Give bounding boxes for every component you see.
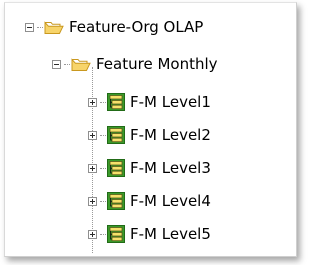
tree-connector	[100, 200, 106, 202]
tree-node-level[interactable]: F-M Level5	[88, 221, 211, 247]
tree-connector	[100, 134, 106, 136]
tree-connector	[100, 101, 106, 103]
folder-open-icon	[71, 56, 91, 72]
tree-connector	[64, 63, 70, 65]
hierarchy-level-icon	[107, 192, 125, 210]
tree-node-level[interactable]: F-M Level1	[88, 89, 211, 115]
tree-node-label: F-M Level4	[130, 192, 211, 210]
tree-node-label: F-M Level5	[130, 225, 211, 243]
tree-node-label: F-M Level2	[130, 126, 211, 144]
expand-icon[interactable]	[88, 229, 97, 239]
expand-icon[interactable]	[88, 196, 97, 206]
olap-tree: Feature-Org OLAP Feature Monthly F-M Lev…	[5, 3, 296, 256]
hierarchy-level-icon	[107, 225, 125, 243]
tree-node-label: Feature Monthly	[96, 55, 218, 73]
tree-node-feature-monthly[interactable]: Feature Monthly	[52, 51, 218, 77]
tree-node-label: F-M Level1	[130, 93, 211, 111]
tree-node-label: F-M Level3	[130, 159, 211, 177]
tree-node-level[interactable]: F-M Level2	[88, 122, 211, 148]
collapse-icon[interactable]	[25, 22, 34, 32]
tree-connector	[100, 233, 106, 235]
hierarchy-level-icon	[107, 126, 125, 144]
tree-node-root[interactable]: Feature-Org OLAP	[25, 14, 203, 40]
expand-icon[interactable]	[88, 97, 97, 107]
tree-connector	[100, 167, 106, 169]
folder-open-icon	[44, 19, 64, 35]
tree-panel: Feature-Org OLAP Feature Monthly F-M Lev…	[4, 2, 297, 257]
collapse-icon[interactable]	[52, 59, 61, 69]
tree-node-label: Feature-Org OLAP	[69, 18, 204, 36]
expand-icon[interactable]	[88, 130, 97, 140]
hierarchy-level-icon	[107, 93, 125, 111]
hierarchy-level-icon	[107, 159, 125, 177]
expand-icon[interactable]	[88, 163, 97, 173]
tree-connector	[37, 26, 43, 28]
tree-node-level[interactable]: F-M Level4	[88, 188, 211, 214]
tree-node-level[interactable]: F-M Level3	[88, 155, 211, 181]
